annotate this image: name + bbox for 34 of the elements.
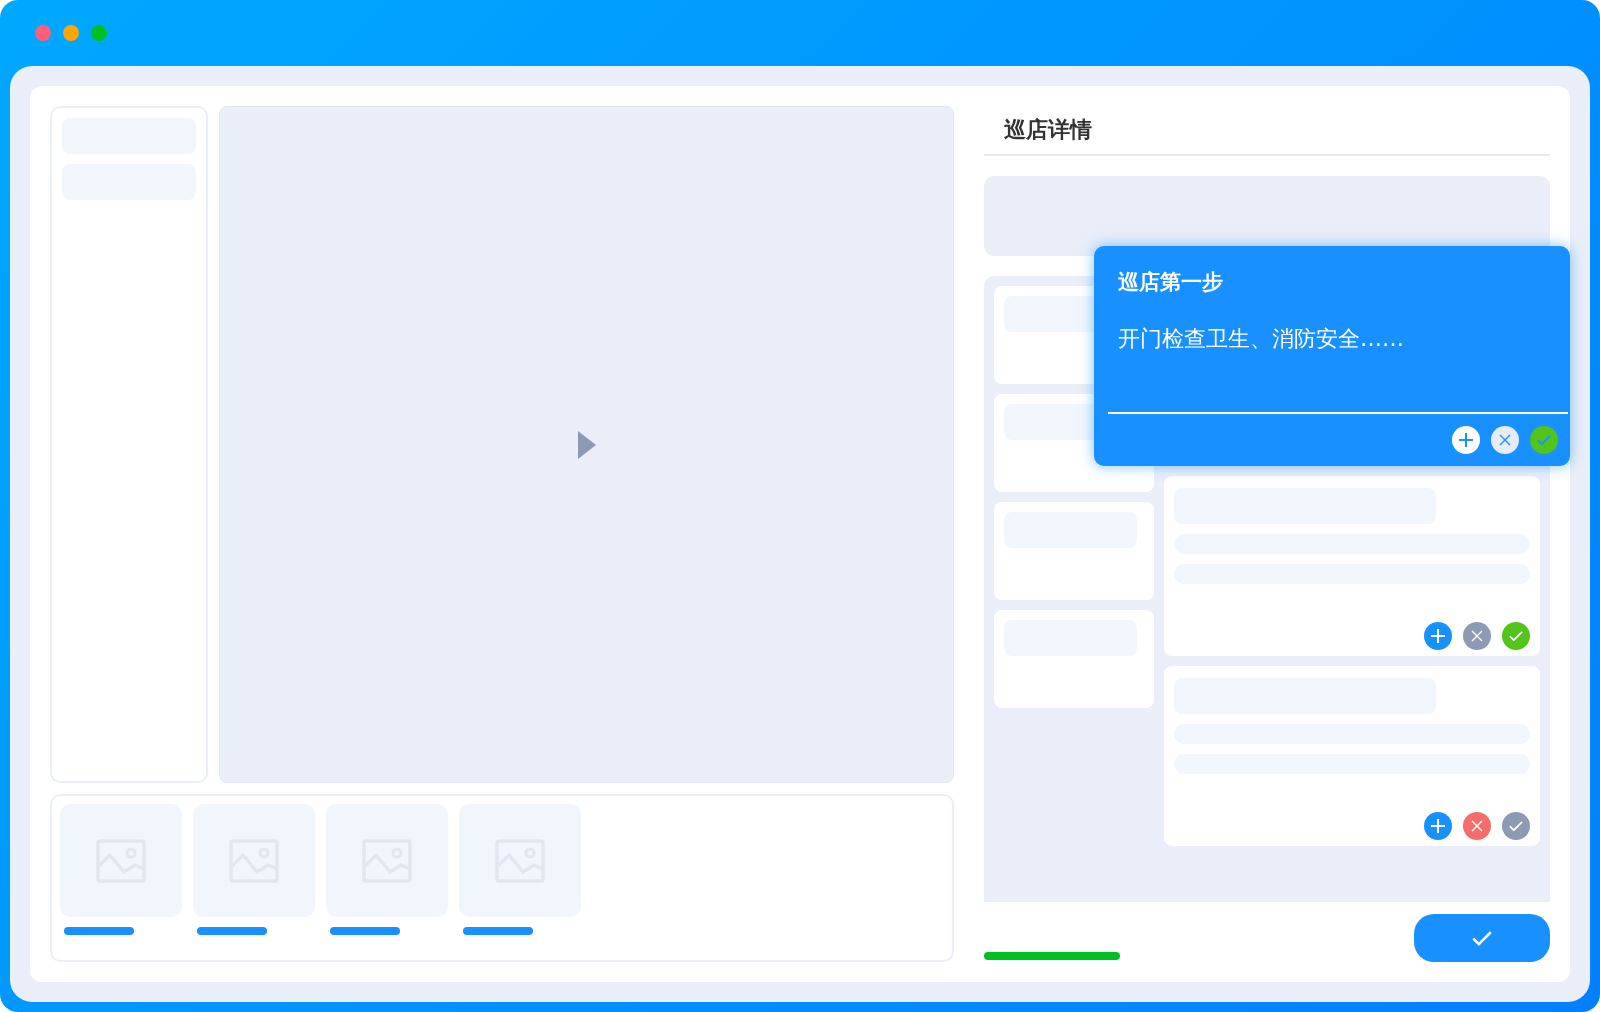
close-icon <box>1471 630 1483 642</box>
reject-button[interactable] <box>1491 426 1519 454</box>
caption-bar <box>463 927 533 935</box>
add-button[interactable] <box>1424 812 1452 840</box>
check-icon <box>1537 434 1551 446</box>
approve-button[interactable] <box>1502 622 1530 650</box>
image-thumbnail[interactable] <box>60 804 182 917</box>
panel-title: 巡店详情 <box>1004 116 1092 144</box>
image-thumbnail[interactable] <box>459 804 581 917</box>
close-icon <box>1499 434 1511 446</box>
approve-button[interactable] <box>1530 426 1558 454</box>
caption-bar <box>64 927 134 935</box>
minimize-button[interactable] <box>63 25 79 41</box>
popup-description: 开门检查卫生、消防安全…… <box>1118 325 1405 353</box>
add-button[interactable] <box>1452 426 1480 454</box>
image-thumbnail[interactable] <box>193 804 315 917</box>
play-icon[interactable] <box>576 429 597 460</box>
plus-icon <box>1458 432 1474 448</box>
reject-button[interactable] <box>1463 622 1491 650</box>
plus-icon <box>1430 818 1446 834</box>
caption-bar <box>330 927 400 935</box>
close-button[interactable] <box>35 25 51 41</box>
image-thumbnail[interactable] <box>326 804 448 917</box>
check-icon <box>1472 930 1492 946</box>
check-icon <box>1509 820 1523 832</box>
approve-button[interactable] <box>1502 812 1530 840</box>
caption-bar <box>197 927 267 935</box>
confirm-button[interactable] <box>1414 914 1550 962</box>
close-icon <box>1471 820 1483 832</box>
plus-icon <box>1430 628 1446 644</box>
add-button[interactable] <box>1424 622 1452 650</box>
reject-button[interactable] <box>1463 812 1491 840</box>
check-icon <box>1509 630 1523 642</box>
popup-title: 巡店第一步 <box>1118 269 1224 296</box>
